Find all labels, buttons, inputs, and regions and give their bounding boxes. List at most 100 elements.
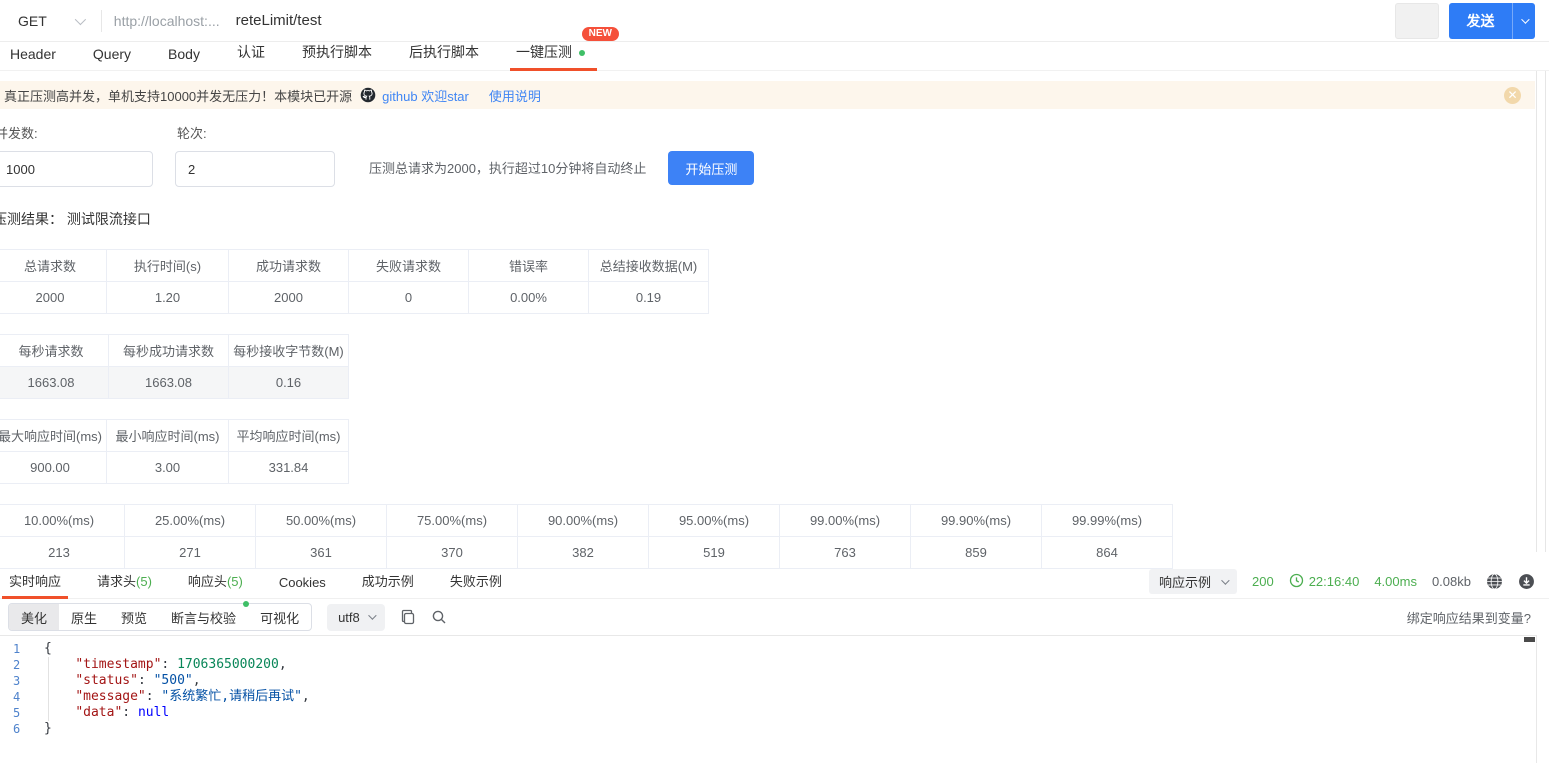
banner-text: 真正压测高并发，单机支持10000并发无压力！本模块已开源 (4, 88, 353, 104)
table-header-cell: 最小响应时间(ms) (106, 419, 229, 452)
line-number: 2 (13, 658, 21, 672)
code-line: "data": null (44, 705, 1536, 721)
method-label: GET (18, 12, 47, 29)
bind-variable-link[interactable]: 绑定响应结果到变量? (1407, 608, 1541, 627)
table-value-cell: 331.84 (228, 451, 349, 484)
code-token: : (161, 657, 178, 672)
view-mode-4[interactable]: 可视化 (248, 604, 311, 630)
url-extra-button[interactable] (1395, 3, 1439, 39)
code-line: "message": "系统繁忙,请稍后再试", (44, 689, 1536, 705)
table-value-row: 213 271 361 370 382 519 763 859 864 (0, 536, 1173, 569)
stress-test-panel: 并发数: 轮次: 压测总请求为2000，执行超过10分钟将自动终止 开始压测 压… (0, 109, 1549, 569)
doc-link[interactable]: 使用说明 (489, 86, 541, 105)
download-icon[interactable] (1518, 573, 1535, 590)
table-header-cell: 90.00%(ms) (517, 504, 649, 537)
view-mode-group: 美化 原生 预览 断言与校验 可视化 (8, 601, 313, 631)
request-tabs: Header Query Body 认证 预执行脚本 后执行脚本 一键压测 NEW (0, 27, 1549, 71)
table-header-cell: 每秒请求数 (0, 334, 109, 367)
response-tab-3[interactable]: Cookies (278, 570, 327, 598)
view-mode-3[interactable]: 断言与校验 (159, 601, 250, 630)
code-token: { (44, 641, 52, 656)
line-number: 1 (13, 642, 21, 656)
stress-test-hint: 压测总请求为2000，执行超过10分钟将自动终止 (369, 161, 647, 176)
encoding-label: utf8 (338, 609, 360, 625)
table-header-cell: 总结接收数据(M) (588, 249, 709, 282)
code-token: "系统繁忙,请稍后再试" (161, 689, 302, 704)
response-tab-label: 响应头 (187, 574, 227, 589)
request-tab-3[interactable]: 认证 (235, 38, 267, 70)
response-tab-0[interactable]: 实时响应 (2, 566, 69, 599)
code-token: : (145, 689, 162, 704)
response-tab-4[interactable]: 成功示例 (361, 566, 415, 598)
code-line: } (44, 721, 1536, 737)
response-time: 22:16:40 (1308, 574, 1360, 589)
request-tab-0[interactable]: Header (8, 42, 58, 70)
rounds-label: 轮次: (177, 126, 207, 141)
editor-scrollbar-thumb[interactable] (1524, 637, 1535, 642)
status-code: 200 (1252, 574, 1274, 589)
response-tab-1[interactable]: 请求头(5) (96, 566, 153, 598)
code-token: , (192, 673, 201, 688)
table-header-row: 总请求数 执行时间(s) 成功请求数 失败请求数 错误率 总结接收数据(M) (0, 249, 709, 282)
response-editor[interactable]: 1 2 3 4 5 6 { "timestamp": 1706365000200, "st… (0, 635, 1537, 763)
view-mode-label: 美化 (21, 610, 48, 626)
response-tab-2[interactable]: 响应头(5) (187, 566, 244, 598)
copy-icon[interactable] (400, 609, 416, 625)
response-size: 0.08kb (1431, 574, 1471, 589)
request-tab-label: 认证 (236, 44, 265, 60)
view-mode-0[interactable]: 美化 (9, 604, 60, 630)
request-tab-1[interactable]: Query (91, 42, 133, 70)
rounds-input[interactable] (175, 151, 335, 187)
promo-banner: 真正压测高并发，单机支持10000并发无压力！本模块已开源 github 欢迎s… (0, 81, 1535, 109)
request-tab-4[interactable]: 预执行脚本 (300, 38, 374, 70)
response-tabs: 实时响应 请求头(5) 响应头(5) Cookies 成功示例 失败示例 响应示例 200… (0, 569, 1549, 599)
scrollbar-track[interactable] (1536, 71, 1546, 552)
result-table-1: 每秒请求数 每秒成功请求数 每秒接收字节数(M) 1663.08 1663.08 0.16 (0, 334, 349, 399)
table-header-cell: 失败请求数 (348, 249, 469, 282)
table-value-cell: 213 (0, 536, 125, 569)
send-button[interactable]: 发送 (1449, 3, 1535, 39)
close-icon[interactable]: ✕ (1504, 86, 1521, 104)
table-header-cell: 99.00%(ms) (779, 504, 911, 537)
table-header-cell: 每秒成功请求数 (108, 334, 229, 367)
request-tab-2[interactable]: Body (166, 42, 202, 70)
result-table-0: 总请求数 执行时间(s) 成功请求数 失败请求数 错误率 总结接收数据(M) 2000 1.2… (0, 249, 709, 314)
method-select[interactable]: GET (0, 13, 101, 29)
table-header-cell: 99.90%(ms) (910, 504, 1042, 537)
start-stress-test-button[interactable]: 开始压测 (668, 151, 755, 185)
request-tab-label: Header (10, 46, 56, 62)
table-header-cell: 10.00%(ms) (0, 504, 125, 537)
active-tab-underline (2, 596, 69, 599)
table-header-cell: 25.00%(ms) (124, 504, 256, 537)
view-mode-2[interactable]: 预览 (109, 604, 159, 630)
url-input[interactable]: http://localhost:... reteLimit/test (102, 0, 1549, 41)
request-tab-6[interactable]: 一键压测 NEW (509, 27, 619, 71)
response-tab-label: 请求头 (97, 574, 137, 589)
response-example-dropdown[interactable]: 响应示例 (1148, 569, 1237, 594)
table-header-cell: 50.00%(ms) (255, 504, 387, 537)
table-value-cell: 0.00% (468, 281, 589, 314)
table-header-cell: 95.00%(ms) (648, 504, 780, 537)
table-value-cell: 1663.08 (0, 366, 109, 399)
encoding-dropdown[interactable]: utf8 (327, 603, 385, 631)
table-value-cell: 0.16 (228, 366, 349, 399)
line-number: 4 (13, 690, 21, 704)
table-value-cell: 763 (779, 536, 911, 569)
table-header-cell: 成功请求数 (228, 249, 349, 282)
table-value-cell: 864 (1041, 536, 1173, 569)
search-icon[interactable] (431, 609, 447, 625)
concurrency-field: 并发数: (0, 111, 153, 187)
code-token: "status" (75, 673, 138, 688)
response-tab-5[interactable]: 失败示例 (449, 566, 503, 598)
table-header-cell: 99.99%(ms) (1041, 504, 1173, 537)
result-tables: 总请求数 执行时间(s) 成功请求数 失败请求数 错误率 总结接收数据(M) 2000 1.2… (0, 249, 1549, 569)
globe-icon[interactable] (1486, 573, 1503, 590)
github-link[interactable]: github 欢迎star (382, 86, 469, 105)
view-mode-1[interactable]: 原生 (59, 604, 109, 630)
table-value-cell: 0.19 (588, 281, 709, 314)
table-header-cell: 最大响应时间(ms) (0, 419, 107, 452)
request-tab-label: 后执行脚本 (408, 44, 479, 60)
concurrency-input[interactable] (0, 151, 153, 187)
send-options-button[interactable] (1513, 15, 1535, 24)
request-tab-5[interactable]: 后执行脚本 (407, 38, 481, 70)
